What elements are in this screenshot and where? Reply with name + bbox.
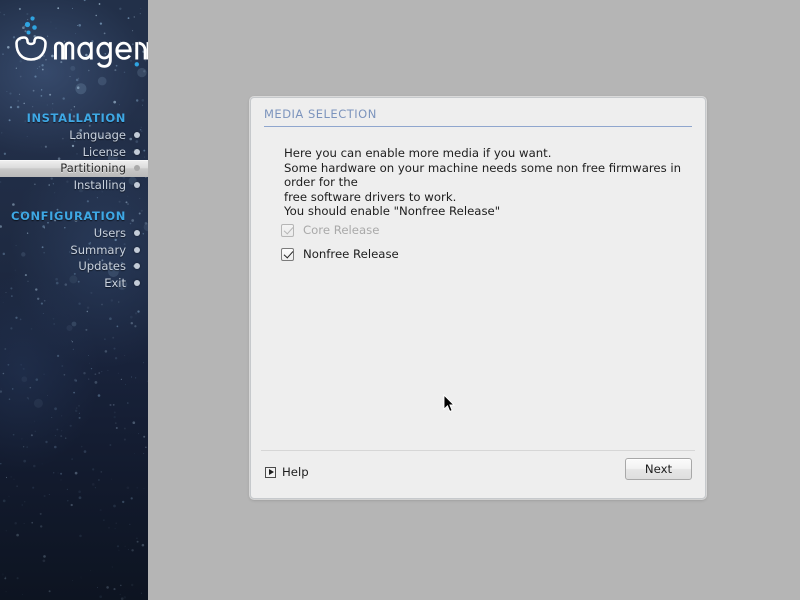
sidebar-group-configuration: CONFIGURATION Users Summary Updates Exit: [0, 208, 148, 291]
sidebar-item-updates[interactable]: Updates: [0, 258, 148, 275]
step-dot-icon: [134, 165, 140, 172]
description-line: Some hardware on your machine needs some…: [284, 160, 682, 190]
description-line: free software drivers to work.: [284, 189, 457, 204]
nonfree-release-label: Nonfree Release: [303, 247, 399, 261]
sidebar-heading-configuration: CONFIGURATION: [11, 209, 126, 223]
option-core-release: Core Release: [281, 218, 681, 242]
step-dot-icon: [134, 148, 140, 155]
core-release-checkbox: [281, 223, 294, 237]
step-dot-icon: [134, 132, 140, 139]
sidebar-item-partitioning[interactable]: Partitioning: [0, 160, 148, 177]
help-label: Help: [282, 465, 309, 479]
sidebar-item-exit[interactable]: Exit: [0, 275, 148, 292]
dialog-description: Here you can enable more media if you wa…: [284, 146, 694, 219]
sidebar-item-label: Installing: [73, 177, 126, 192]
step-dot-icon: [134, 230, 140, 237]
sidebar-item-installing[interactable]: Installing: [0, 177, 148, 194]
step-dot-icon: [134, 279, 140, 286]
sidebar-item-users[interactable]: Users: [0, 225, 148, 242]
description-line: Here you can enable more media if you wa…: [284, 146, 552, 160]
footer-divider: [261, 450, 695, 451]
starfield-decoration: [0, 0, 148, 600]
sidebar-item-language[interactable]: Language: [0, 127, 148, 144]
sidebar-item-label: Partitioning: [60, 161, 126, 175]
step-dot-icon: [134, 263, 140, 270]
play-square-icon: [265, 466, 276, 478]
option-nonfree-release[interactable]: Nonfree Release: [281, 242, 681, 266]
sidebar-heading-installation: INSTALLATION: [26, 111, 126, 125]
nonfree-release-checkbox[interactable]: [281, 247, 294, 261]
description-line: You should enable "Nonfree Release": [284, 204, 501, 219]
sidebar-item-label: Exit: [104, 275, 126, 290]
core-release-label: Core Release: [303, 223, 380, 237]
sidebar-item-label: Users: [93, 226, 126, 240]
page-title: MEDIA SELECTION: [264, 107, 377, 121]
sidebar-item-label: License: [82, 144, 126, 159]
sidebar-item-label: Updates: [78, 259, 126, 273]
sidebar-group-installation: INSTALLATION Language License Partitioni…: [0, 110, 148, 193]
help-button[interactable]: Help: [265, 463, 309, 481]
sidebar-item-license[interactable]: License: [0, 144, 148, 161]
step-dot-icon: [134, 246, 140, 253]
next-button[interactable]: Next: [625, 458, 692, 480]
title-divider: [264, 126, 692, 127]
sidebar-item-summary[interactable]: Summary: [0, 242, 148, 259]
media-options-list: Core Release Nonfree Release: [281, 218, 681, 266]
step-dot-icon: [134, 181, 140, 188]
mageia-logo: [10, 14, 148, 70]
installer-sidebar: INSTALLATION Language License Partitioni…: [0, 0, 148, 600]
installer-screen: INSTALLATION Language License Partitioni…: [0, 0, 800, 600]
media-selection-dialog: MEDIA SELECTION Here you can enable more…: [250, 97, 706, 499]
sidebar-item-label: Language: [69, 128, 126, 142]
sidebar-item-label: Summary: [70, 242, 126, 257]
